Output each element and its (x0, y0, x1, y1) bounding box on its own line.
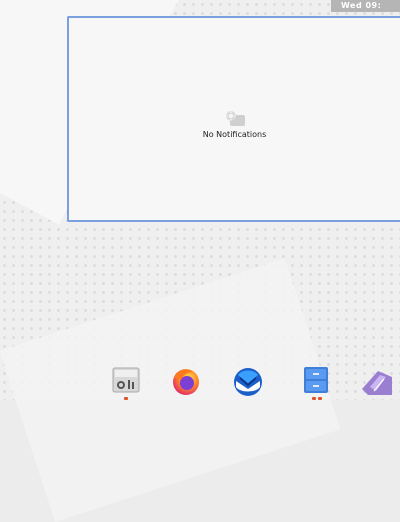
dock-item-thunderbird[interactable] (228, 364, 268, 400)
notifications-empty-state: No Notifications (69, 110, 400, 139)
notification-popover: No Notifications (67, 16, 400, 222)
top-bar: Wed 09: (0, 0, 400, 12)
dock-item-extra-app[interactable] (358, 364, 398, 400)
notifications-empty-icon (225, 111, 245, 126)
thunderbird-icon (234, 368, 262, 396)
dock-item-firefox[interactable] (166, 364, 206, 400)
system-monitor-icon (112, 367, 140, 393)
file-cabinet-icon (304, 367, 328, 393)
dock-item-system-monitor[interactable] (106, 364, 146, 400)
dock (100, 364, 400, 400)
clock-button[interactable]: Wed 09: (331, 0, 400, 12)
no-notifications-label: No Notifications (202, 130, 267, 139)
app-icon (362, 371, 392, 395)
dock-item-file-manager[interactable] (296, 364, 336, 400)
firefox-icon (173, 369, 199, 395)
